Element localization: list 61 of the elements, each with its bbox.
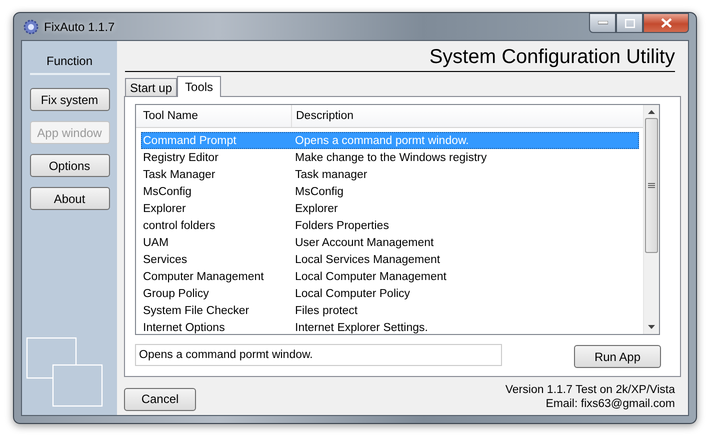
sidebar-button[interactable]: About: [30, 187, 110, 210]
list-row[interactable]: Registry Editor Make change to the Windows registry: [141, 149, 639, 166]
scroll-down-icon[interactable]: [648, 325, 655, 329]
list-row[interactable]: System File Checker Files protect: [141, 302, 639, 319]
tool-name: control folders: [142, 220, 216, 232]
tool-description: Files protect: [294, 304, 358, 316]
close-icon: [660, 18, 672, 28]
tool-name: Services: [142, 254, 188, 266]
list-row[interactable]: MsConfig MsConfig: [141, 183, 639, 200]
tab[interactable]: Tools: [177, 76, 222, 97]
tool-name: Registry Editor: [142, 152, 220, 164]
minimize-icon: [598, 21, 608, 25]
list-row[interactable]: Internet Options Internet Explorer Settings.: [141, 319, 639, 334]
tool-name: UAM: [142, 236, 170, 248]
tool-description: Internet Explorer Settings.: [294, 322, 428, 334]
close-button[interactable]: [643, 13, 689, 33]
tool-description: Task manager: [294, 168, 368, 180]
scrollbar[interactable]: [643, 105, 659, 334]
tool-description: Local Services Management: [294, 254, 440, 266]
list-row[interactable]: Computer Management Local Computer Management: [141, 268, 639, 285]
run-app-button[interactable]: Run App: [574, 345, 661, 368]
tool-description: Make change to the Windows registry: [294, 152, 487, 164]
tool-description: Opens a command pormt window.: [294, 134, 469, 146]
page-title: System Configuration Utility: [125, 46, 675, 72]
tool-name: Task Manager: [142, 168, 216, 180]
tool-name: MsConfig: [142, 186, 193, 198]
maximize-button[interactable]: [616, 13, 643, 33]
gear-icon: [23, 18, 39, 34]
window-title: FixAuto 1.1.7: [44, 20, 115, 34]
description-field[interactable]: Opens a command pormt window.: [135, 344, 502, 366]
list-row[interactable]: Explorer Explorer: [141, 200, 639, 217]
sidebar-button[interactable]: Options: [30, 154, 110, 177]
list-row[interactable]: UAM User Account Management: [141, 234, 639, 251]
info-text: Version 1.1.7 Test on 2k/XP/Vista: [505, 383, 675, 397]
tool-description: MsConfig: [294, 186, 344, 198]
list-row[interactable]: control folders Folders Properties: [141, 217, 639, 234]
info-text: Email: fixs63@gmail.com: [546, 397, 675, 411]
grip-icon: [648, 182, 655, 188]
tool-description: Local Computer Management: [294, 270, 446, 282]
tool-description: Explorer: [294, 202, 338, 214]
column-header[interactable]: Tool Name: [141, 105, 292, 127]
tool-description: Local Computer Policy: [294, 288, 410, 300]
maximize-icon: [624, 18, 634, 28]
tool-name: Explorer: [142, 202, 187, 214]
tool-description: User Account Management: [294, 236, 434, 248]
tool-name: Command Prompt: [142, 134, 238, 146]
minimize-button[interactable]: [589, 13, 616, 33]
scroll-up-icon[interactable]: [648, 110, 655, 114]
tool-name: Group Policy: [142, 288, 210, 300]
list-row[interactable]: Services Local Services Management: [141, 251, 639, 268]
sidebar-heading: Function: [30, 54, 110, 75]
column-header[interactable]: Description: [292, 110, 354, 122]
tab[interactable]: Start up: [125, 78, 178, 96]
cancel-button[interactable]: Cancel: [124, 388, 196, 410]
tool-name: Computer Management: [142, 270, 265, 282]
list-row[interactable]: Group Policy Local Computer Policy: [141, 285, 639, 302]
tool-name: Internet Options: [142, 322, 226, 334]
list-row[interactable]: Task Manager Task manager: [141, 166, 639, 183]
sidebar-button[interactable]: Fix system: [30, 88, 110, 111]
tool-description: Folders Properties: [294, 220, 389, 232]
tool-name: System File Checker: [142, 304, 250, 316]
